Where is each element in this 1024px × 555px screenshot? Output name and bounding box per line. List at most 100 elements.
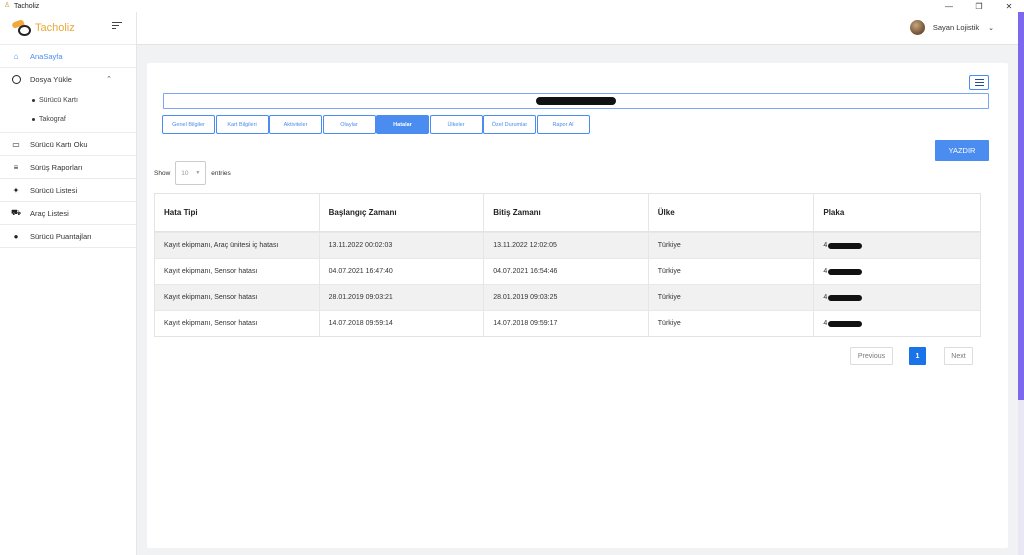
sidebar-item-label: Araç Listesi <box>30 208 69 218</box>
table-cell: Kayıt ekipmanı, Araç ünitesi iç hatası <box>155 233 320 258</box>
table-cell: 28.01.2019 09:03:21 <box>320 285 485 310</box>
sidebar-item-label: AnaSayfa <box>30 51 63 61</box>
tab-ozel-durumlar[interactable]: Özel Durumlar <box>483 115 536 134</box>
table-cell: 14.07.2018 09:59:14 <box>320 311 485 336</box>
column-header-plaka[interactable]: Plaka <box>814 194 980 231</box>
pagination: Previous 1 Next <box>850 347 973 365</box>
entries-select[interactable]: 10 ▼ <box>175 161 207 185</box>
sidebar-item-label: Sürüş Raporları <box>30 162 83 172</box>
column-header-ulke[interactable]: Ülke <box>649 194 815 231</box>
print-button[interactable]: YAZDIR <box>935 140 989 161</box>
sidebar-item-label: Sürücü Puantajları <box>30 231 92 241</box>
maximize-button[interactable]: ❐ <box>964 0 994 12</box>
column-header-baslangic[interactable]: Başlangıç Zamanı <box>320 194 485 231</box>
sidebar-subitem-label: Takograf <box>39 115 66 123</box>
tab-ulkeler[interactable]: Ülkeler <box>429 115 483 134</box>
table-cell: Türkiye <box>649 259 815 284</box>
table-row: Kayıt ekipmanı, Sensor hatası 14.07.2018… <box>155 310 980 336</box>
table-row: Kayıt ekipmanı, Sensor hatası 04.07.2021… <box>155 258 980 284</box>
table-cell: Türkiye <box>649 311 815 336</box>
table-cell-plate: 4 <box>814 259 980 284</box>
options-menu-button[interactable] <box>969 75 989 90</box>
sidebar-item-label: Dosya Yükle <box>30 75 72 84</box>
plate-prefix: 4 <box>823 294 828 301</box>
report-title-box <box>163 93 989 109</box>
table-row: Kayıt ekipmanı, Araç ünitesi iç hatası 1… <box>155 232 980 258</box>
app-icon: ♙ <box>3 2 11 9</box>
entries-show-label: Show <box>154 169 171 177</box>
person-icon: ✦ <box>12 185 20 195</box>
table-cell-plate: 4 <box>814 285 980 310</box>
redacted-plate <box>828 320 863 327</box>
tab-olaylar[interactable]: Olaylar <box>322 115 376 134</box>
close-button[interactable]: ✕ <box>994 0 1024 12</box>
sidebar-item-surus-raporlari[interactable]: ≡ Sürüş Raporları <box>0 156 136 179</box>
sidebar-item-surucu-karti-oku[interactable]: ▭ Sürücü Kartı Oku <box>0 133 136 156</box>
bullet-icon <box>32 99 35 102</box>
avatar <box>909 20 925 35</box>
caret-down-icon: ▼ <box>195 170 201 176</box>
table-cell-plate: 4 <box>814 311 980 336</box>
sidebar-item-label: Sürücü Kartı Oku <box>30 139 88 149</box>
tab-aktiviteler[interactable]: Aktiviteler <box>269 115 322 134</box>
sidebar-item-arac-listesi[interactable]: ⛟ Araç Listesi <box>0 202 136 225</box>
sidebar-subitem-takograf[interactable]: Takograf <box>0 110 136 133</box>
window-titlebar: ♙ Tacholiz — ❐ ✕ <box>0 0 1024 12</box>
menu-toggle-icon[interactable] <box>112 22 122 32</box>
redacted-plate <box>828 294 863 301</box>
list-icon: ≡ <box>13 162 19 172</box>
sidebar-item-surucu-listesi[interactable]: ✦ Sürücü Listesi <box>0 179 136 202</box>
next-page-button[interactable]: Next <box>944 347 973 365</box>
user-menu[interactable]: Sayan Lojistik ⌄ <box>909 20 994 35</box>
previous-page-button[interactable]: Previous <box>850 347 893 365</box>
user-name: Sayan Lojistik <box>932 23 980 32</box>
table-cell: 14.07.2018 09:59:17 <box>484 311 649 336</box>
table-cell: 13.11.2022 00:02:03 <box>320 233 485 258</box>
table-cell: 04.07.2021 16:47:40 <box>320 259 485 284</box>
logo-icon <box>11 19 34 37</box>
errors-table: Hata Tipi Başlangıç Zamanı Bitiş Zamanı … <box>154 193 981 337</box>
plate-prefix: 4 <box>823 268 828 275</box>
top-header: Sayan Lojistik ⌄ <box>137 12 1018 45</box>
table-cell: Kayıt ekipmanı, Sensor hatası <box>155 259 320 284</box>
redacted-plate <box>828 268 863 275</box>
column-header-hata-tipi[interactable]: Hata Tipi <box>155 194 320 231</box>
sidebar-item-dosya-yukle[interactable]: Dosya Yükle ⌃ <box>0 68 136 91</box>
chevron-down-icon: ⌄ <box>988 24 994 32</box>
tab-hatalar[interactable]: Hatalar <box>376 115 429 134</box>
entries-length-control: Show 10 ▼ entries <box>154 161 231 185</box>
tab-rapor-al[interactable]: Rapor Al <box>536 115 590 134</box>
tab-kart-bilgileri[interactable]: Kart Bilgileri <box>215 115 269 134</box>
table-cell: Türkiye <box>649 285 815 310</box>
main-card: Genel Bilgiler Kart Bilgileri Aktivitele… <box>147 63 1008 548</box>
minimize-button[interactable]: — <box>934 0 964 12</box>
sidebar-item-anasayfa[interactable]: ⌂ AnaSayfa <box>0 45 136 68</box>
sidebar-item-surucu-puantajlari[interactable]: ● Sürücü Puantajları <box>0 225 136 248</box>
table-cell: 04.07.2021 16:54:46 <box>484 259 649 284</box>
table-cell: Kayıt ekipmanı, Sensor hatası <box>155 311 320 336</box>
scrollbar[interactable] <box>1018 12 1024 555</box>
sidebar: Tacholiz ⌂ AnaSayfa Dosya Yükle ⌃ Sürücü… <box>0 12 137 555</box>
redacted-plate <box>828 242 863 249</box>
card-icon: ▭ <box>12 139 20 149</box>
page-1-button[interactable]: 1 <box>909 347 926 365</box>
home-icon: ⌂ <box>13 51 19 61</box>
tab-bar: Genel Bilgiler Kart Bilgileri Aktivitele… <box>162 115 590 134</box>
table-cell: 28.01.2019 09:03:25 <box>484 285 649 310</box>
bullet-icon <box>32 117 35 121</box>
table-cell: Türkiye <box>649 233 815 258</box>
table-cell: 13.11.2022 12:02:05 <box>484 233 649 258</box>
chevron-up-icon: ⌃ <box>106 76 112 83</box>
circle-icon <box>11 75 21 85</box>
brand-name: Tacholiz <box>35 22 75 34</box>
entries-suffix-label: entries <box>211 169 231 177</box>
column-header-bitis[interactable]: Bitiş Zamanı <box>484 194 649 231</box>
plate-prefix: 4 <box>823 320 828 327</box>
window-title: Tacholiz <box>14 2 40 10</box>
table-header-row: Hata Tipi Başlangıç Zamanı Bitiş Zamanı … <box>155 194 980 232</box>
truck-icon: ⛟ <box>10 208 22 217</box>
entries-select-value: 10 <box>181 169 189 177</box>
tab-genel-bilgiler[interactable]: Genel Bilgiler <box>162 115 215 134</box>
sidebar-subitem-surucu-karti[interactable]: Sürücü Kartı <box>0 91 136 110</box>
sidebar-item-label: Sürücü Listesi <box>30 185 78 195</box>
